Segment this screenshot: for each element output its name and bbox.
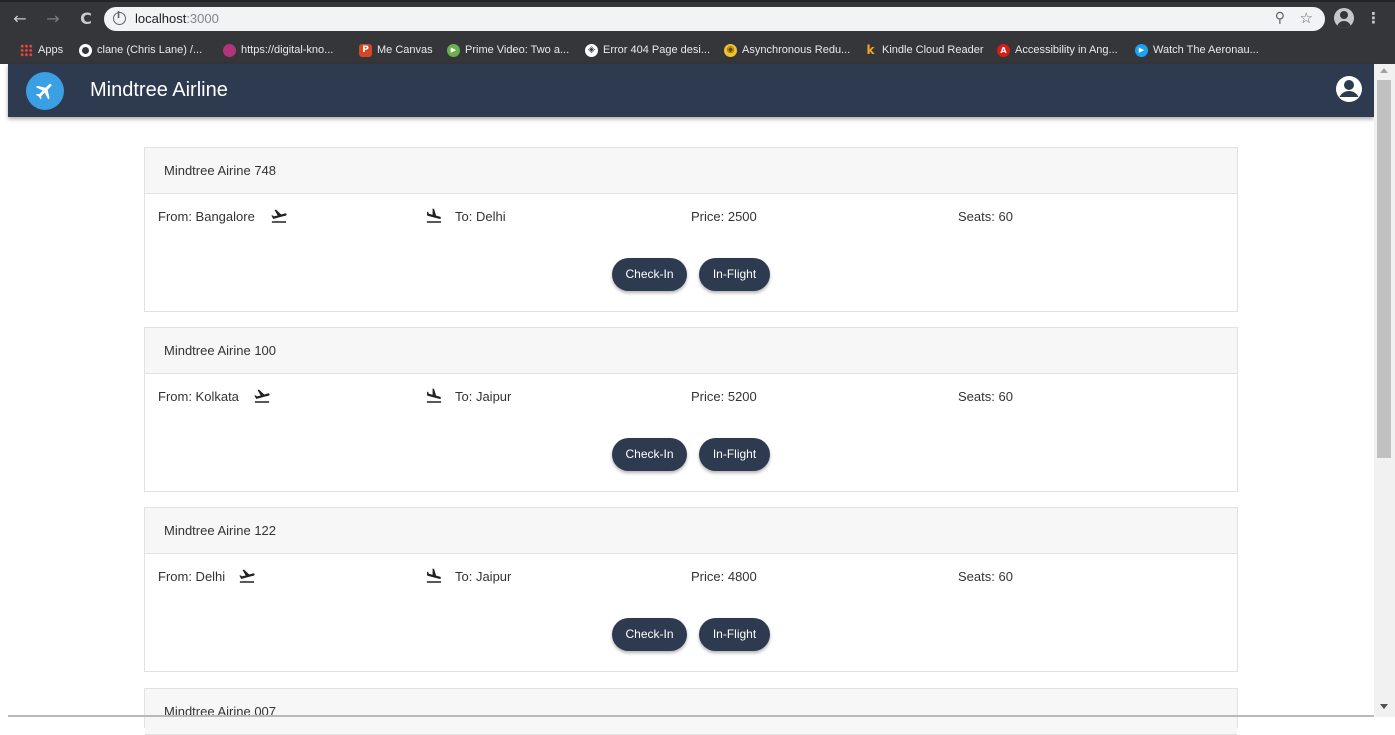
bookmark-aeronauts[interactable]: ▶ Watch The Aeronau...	[1135, 42, 1259, 58]
angular-icon: A	[997, 43, 1010, 57]
digital-knowledge-icon	[223, 43, 236, 57]
flight-takeoff-icon	[254, 389, 270, 403]
browser-chrome: ← → C localhost:3000 ⚲ ☆ ⋮ Apps clane (C…	[0, 0, 1395, 64]
browser-menu-icon[interactable]: ⋮	[1366, 9, 1381, 27]
bookmarks-bar: Apps clane (Chris Lane) /... https://dig…	[0, 38, 1395, 60]
flight-to: To: Jaipur	[455, 569, 512, 584]
powerpoint-icon: P	[359, 43, 372, 57]
in-flight-button[interactable]: In-Flight	[699, 258, 770, 291]
github-icon	[79, 43, 92, 57]
browser-profile-avatar[interactable]	[1334, 8, 1354, 28]
url-host: localhost	[135, 11, 187, 26]
bookmark-label: Prime Video: Two a...	[465, 44, 570, 56]
flight-from: From: Delhi	[158, 569, 226, 584]
flight-from: From: Bangalore	[158, 209, 255, 224]
apps-grid-icon	[20, 43, 33, 57]
bookmark-kindle[interactable]: k Kindle Cloud Reader	[864, 42, 984, 58]
flight-name: Mindtree Airine 748	[164, 163, 277, 178]
check-in-button[interactable]: Check-In	[612, 258, 687, 291]
bookmark-label: Kindle Cloud Reader	[882, 44, 984, 56]
scroll-up-arrow-icon[interactable]	[1380, 68, 1388, 73]
bookmark-async-redux[interactable]: ◉ Asynchronous Redu...	[724, 42, 850, 58]
flight-price: Price: 2500	[691, 209, 757, 224]
flight-price: Price: 4800	[691, 569, 757, 584]
flight-landing-icon	[426, 388, 442, 403]
bookmark-apps[interactable]: Apps	[20, 42, 63, 58]
app-header: Mindtree Airline	[8, 64, 1374, 117]
flight-landing-icon	[426, 208, 442, 223]
in-flight-button[interactable]: In-Flight	[699, 618, 770, 651]
flight-card-header: Mindtree Airine 748	[145, 148, 1237, 194]
address-bar[interactable]: localhost:3000 ⚲ ☆	[104, 7, 1325, 31]
bookmark-star-icon[interactable]: ☆	[1300, 9, 1313, 27]
bookmark-digital-knowledge[interactable]: https://digital-kno...	[223, 42, 333, 58]
app-title: Mindtree Airline	[90, 79, 228, 101]
flight-takeoff-icon	[239, 569, 255, 583]
bookmark-label: Asynchronous Redu...	[742, 44, 851, 56]
flight-card-header: Mindtree Airine 122	[145, 508, 1237, 554]
bookmark-error-404[interactable]: ◈ Error 404 Page desi...	[585, 42, 710, 58]
codepen-icon: ◈	[585, 43, 598, 57]
flight-seats: Seats: 60	[958, 389, 1013, 404]
site-info-icon[interactable]	[113, 11, 126, 25]
check-in-button[interactable]: Check-In	[612, 618, 687, 651]
flight-name: Mindtree Airine 122	[164, 523, 277, 538]
account-circle-icon[interactable]	[1334, 74, 1364, 104]
flight-seats: Seats: 60	[958, 209, 1013, 224]
scroll-down-arrow-icon[interactable]	[1380, 704, 1388, 709]
bookmark-label: Error 404 Page desi...	[603, 44, 711, 56]
flight-card-header: Mindtree Airine 100	[145, 328, 1237, 374]
flight-takeoff-icon	[271, 209, 287, 223]
flight-seats: Seats: 60	[958, 569, 1013, 584]
zoom-icon[interactable]: ⚲	[1275, 10, 1285, 26]
bookmark-label: Watch The Aeronau...	[1153, 44, 1259, 56]
flight-card: Mindtree Airine 007	[144, 688, 1238, 735]
bookmark-label: Me Canvas	[377, 44, 433, 56]
address-url[interactable]: localhost:3000	[135, 11, 219, 26]
url-port: :3000	[186, 11, 219, 26]
bookmark-label: clane (Chris Lane) /...	[97, 44, 203, 56]
check-in-button[interactable]: Check-In	[612, 438, 687, 471]
flight-landing-icon	[426, 568, 442, 583]
back-arrow-icon[interactable]: ←	[10, 9, 30, 29]
in-flight-button[interactable]: In-Flight	[699, 438, 770, 471]
bookmark-prime-video[interactable]: ▶ Prime Video: Two a...	[447, 42, 569, 58]
forward-arrow-icon[interactable]: →	[43, 9, 63, 29]
bookmark-label: Accessibility in Ang...	[1015, 44, 1118, 56]
flight-to: To: Delhi	[455, 209, 506, 224]
flight-name: Mindtree Airine 100	[164, 343, 277, 358]
reload-icon[interactable]: C	[76, 9, 96, 29]
flight-card: Mindtree Airine 748 From: Bangalore To: …	[144, 147, 1238, 312]
redux-icon: ◉	[724, 43, 737, 57]
bookmark-label: Apps	[38, 44, 64, 56]
bookmark-github[interactable]: clane (Chris Lane) /...	[79, 42, 202, 58]
kindle-icon: k	[864, 43, 877, 57]
bookmark-label: https://digital-kno...	[241, 44, 334, 56]
play-icon: ▶	[1135, 43, 1148, 57]
flight-card: Mindtree Airine 122 From: Delhi To: Jaip…	[144, 507, 1238, 672]
flight-price: Price: 5200	[691, 389, 757, 404]
flight-card: Mindtree Airine 100 From: Kolkata To: Ja…	[144, 327, 1238, 492]
scrollbar-thumb[interactable]	[1377, 80, 1391, 458]
bookmark-me-canvas[interactable]: P Me Canvas	[359, 42, 433, 58]
prime-video-icon: ▶	[447, 43, 460, 57]
flight-from: From: Kolkata	[158, 389, 239, 404]
flight-to: To: Jaipur	[455, 389, 512, 404]
flight-card-header: Mindtree Airine 007	[145, 689, 1237, 735]
airline-logo-icon[interactable]	[26, 72, 64, 110]
bookmark-accessibility-angular[interactable]: A Accessibility in Ang...	[997, 42, 1118, 58]
